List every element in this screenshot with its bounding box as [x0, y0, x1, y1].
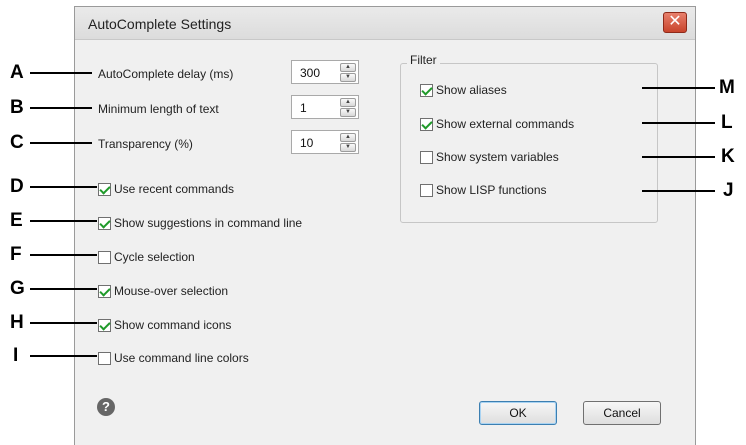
checkbox-label: Use recent commands	[114, 182, 235, 196]
min-length-value[interactable]: 1	[300, 101, 307, 115]
callout-a: A	[10, 62, 24, 83]
checkbox-label: Use command line colors	[114, 351, 249, 365]
checkbox-label: Show external commands	[436, 117, 575, 131]
callout-line-f	[30, 254, 97, 256]
transparency-label: Transparency (%)	[98, 137, 193, 151]
min-length-spinner: ▲ ▼	[340, 98, 356, 117]
option-cycle-selection[interactable]: Cycle selection	[98, 250, 195, 264]
transparency-spinbox[interactable]: 10 ▲ ▼	[291, 130, 359, 154]
min-length-spinbox[interactable]: 1 ▲ ▼	[291, 95, 359, 119]
autocomplete-settings-dialog: AutoComplete Settings ✕ AutoComplete del…	[74, 6, 696, 445]
delay-spinbox[interactable]: 300 ▲ ▼	[291, 60, 359, 84]
option-use-recent-commands[interactable]: Use recent commands	[98, 182, 234, 196]
callout-line-m	[642, 87, 715, 89]
spin-up-icon[interactable]: ▲	[340, 98, 356, 107]
option-use-command-line-colors[interactable]: Use command line colors	[98, 351, 249, 365]
option-mouse-over-selection[interactable]: Mouse-over selection	[98, 284, 228, 298]
callout-g: G	[10, 278, 25, 299]
callout-j: J	[723, 180, 734, 201]
callout-b: B	[10, 97, 24, 118]
checkbox[interactable]	[420, 117, 433, 131]
filter-legend: Filter	[407, 53, 440, 67]
min-length-label: Minimum length of text	[98, 102, 219, 116]
checkbox-label: Show command icons	[114, 318, 232, 332]
callout-h: H	[10, 312, 24, 333]
cancel-button[interactable]: Cancel	[583, 401, 661, 425]
dialog-title: AutoComplete Settings	[88, 16, 232, 32]
help-icon[interactable]: ?	[97, 398, 115, 416]
checkbox-label: Cycle selection	[114, 250, 195, 264]
checkbox[interactable]	[420, 150, 433, 164]
callout-i: I	[13, 345, 19, 366]
callout-e: E	[10, 210, 23, 231]
filter-show-lisp-functions[interactable]: Show LISP functions	[420, 183, 547, 197]
option-show-command-icons[interactable]: Show command icons	[98, 318, 231, 332]
callout-line-k	[642, 156, 715, 158]
checkbox[interactable]	[98, 250, 111, 264]
delay-value[interactable]: 300	[300, 66, 320, 80]
callout-k: K	[721, 146, 735, 167]
callout-line-j	[642, 190, 715, 192]
callout-line-e	[30, 220, 97, 222]
checkbox-label: Show suggestions in command line	[114, 216, 303, 230]
callout-f: F	[10, 244, 22, 265]
delay-spinner: ▲ ▼	[340, 63, 356, 82]
callout-line-c	[30, 142, 92, 144]
checkbox-label: Show aliases	[436, 83, 507, 97]
callout-line-l	[642, 122, 715, 124]
checkbox[interactable]	[98, 216, 111, 230]
spin-down-icon[interactable]: ▼	[340, 73, 356, 82]
checkbox[interactable]	[98, 318, 111, 332]
title-bar: AutoComplete Settings ✕	[75, 7, 695, 40]
checkbox-label: Show LISP functions	[436, 183, 547, 197]
callout-l: L	[721, 112, 733, 133]
ok-button[interactable]: OK	[479, 401, 557, 425]
checkbox[interactable]	[420, 183, 433, 197]
spin-up-icon[interactable]: ▲	[340, 133, 356, 142]
callout-line-a	[30, 72, 92, 74]
spin-down-icon[interactable]: ▼	[340, 108, 356, 117]
close-icon: ✕	[668, 13, 682, 30]
spin-up-icon[interactable]: ▲	[340, 63, 356, 72]
transparency-spinner: ▲ ▼	[340, 133, 356, 152]
callout-line-d	[30, 186, 97, 188]
transparency-value[interactable]: 10	[300, 136, 313, 150]
close-button[interactable]: ✕	[663, 12, 687, 33]
delay-label: AutoComplete delay (ms)	[98, 67, 234, 81]
checkbox-label: Show system variables	[436, 150, 559, 164]
checkbox-label: Mouse-over selection	[114, 284, 229, 298]
checkbox[interactable]	[420, 83, 433, 97]
option-show-suggestions[interactable]: Show suggestions in command line	[98, 216, 302, 230]
filter-show-external-commands[interactable]: Show external commands	[420, 117, 574, 131]
callout-line-h	[30, 322, 97, 324]
checkbox[interactable]	[98, 284, 111, 298]
callout-m: M	[719, 77, 735, 98]
filter-show-aliases[interactable]: Show aliases	[420, 83, 507, 97]
callout-c: C	[10, 132, 24, 153]
callout-line-b	[30, 107, 92, 109]
spin-down-icon[interactable]: ▼	[340, 143, 356, 152]
filter-show-system-variables[interactable]: Show system variables	[420, 150, 559, 164]
callout-line-i	[30, 355, 97, 357]
checkbox[interactable]	[98, 182, 111, 196]
checkbox[interactable]	[98, 351, 111, 365]
callout-d: D	[10, 176, 24, 197]
callout-line-g	[30, 288, 97, 290]
